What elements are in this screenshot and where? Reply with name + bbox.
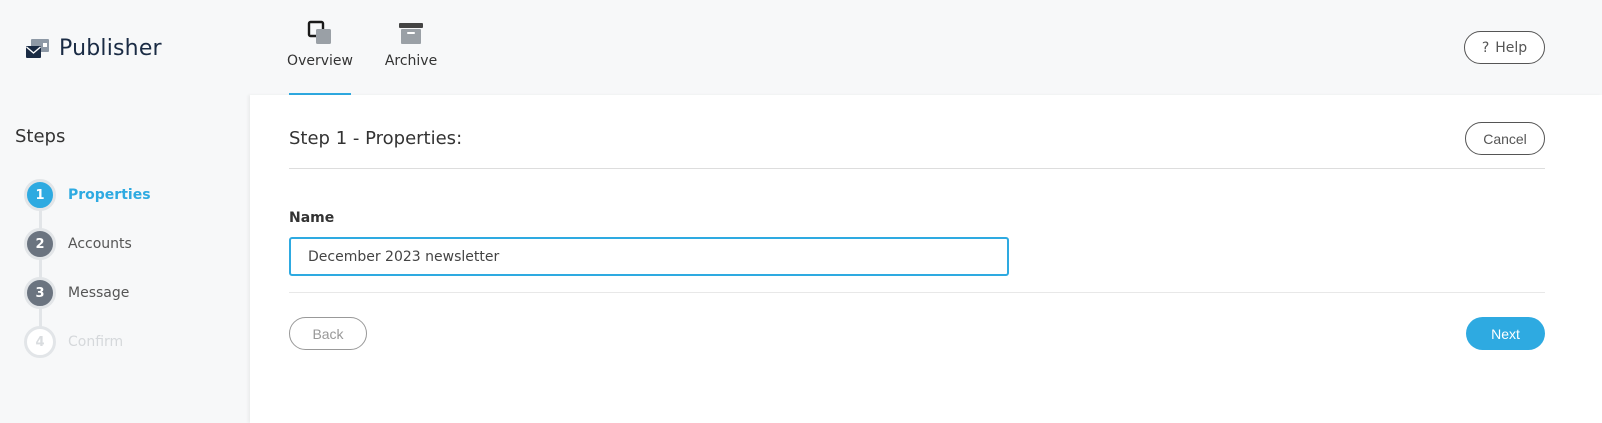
step-label: Accounts <box>68 236 132 252</box>
next-button[interactable]: Next <box>1466 317 1545 350</box>
step-number-badge: 4 <box>24 326 56 358</box>
help-button-label: Help <box>1495 39 1528 56</box>
steps-connector-line <box>39 197 42 344</box>
step-label: Message <box>68 285 130 301</box>
archive-icon <box>398 20 424 46</box>
step-properties[interactable]: 1 Properties <box>24 179 151 211</box>
step-confirm: 4 Confirm <box>24 326 123 358</box>
tab-archive[interactable]: Archive <box>384 20 438 95</box>
sidebar-title: Steps <box>15 126 66 147</box>
main-panel: Step 1 - Properties: Cancel Name Back Ne… <box>250 95 1602 423</box>
title-divider <box>289 168 1545 169</box>
step-label: Properties <box>68 187 151 203</box>
tab-overview[interactable]: Overview <box>287 20 353 95</box>
publisher-logo-icon <box>25 35 51 61</box>
name-field-label: Name <box>289 210 335 226</box>
steps-sidebar: Steps 1 Properties 2 Accounts 3 Message … <box>0 95 248 423</box>
top-header: Publisher Overview Archive ? Help <box>0 0 1602 95</box>
step-number-badge: 2 <box>24 228 56 260</box>
step-message[interactable]: 3 Message <box>24 277 129 309</box>
app-title: Publisher <box>59 35 162 61</box>
brand[interactable]: Publisher <box>25 34 162 62</box>
overview-icon <box>307 20 333 46</box>
back-button[interactable]: Back <box>289 317 367 350</box>
page-title: Step 1 - Properties: <box>289 128 463 149</box>
step-accounts[interactable]: 2 Accounts <box>24 228 132 260</box>
form-divider <box>289 292 1545 293</box>
tab-overview-label: Overview <box>287 53 353 69</box>
tab-archive-label: Archive <box>384 53 438 69</box>
cancel-button[interactable]: Cancel <box>1465 122 1545 155</box>
step-number-badge: 1 <box>24 179 56 211</box>
help-button[interactable]: ? Help <box>1464 31 1545 64</box>
question-mark-icon: ? <box>1481 39 1490 56</box>
step-number-badge: 3 <box>24 277 56 309</box>
step-label: Confirm <box>68 334 124 350</box>
name-input[interactable] <box>289 237 1009 276</box>
